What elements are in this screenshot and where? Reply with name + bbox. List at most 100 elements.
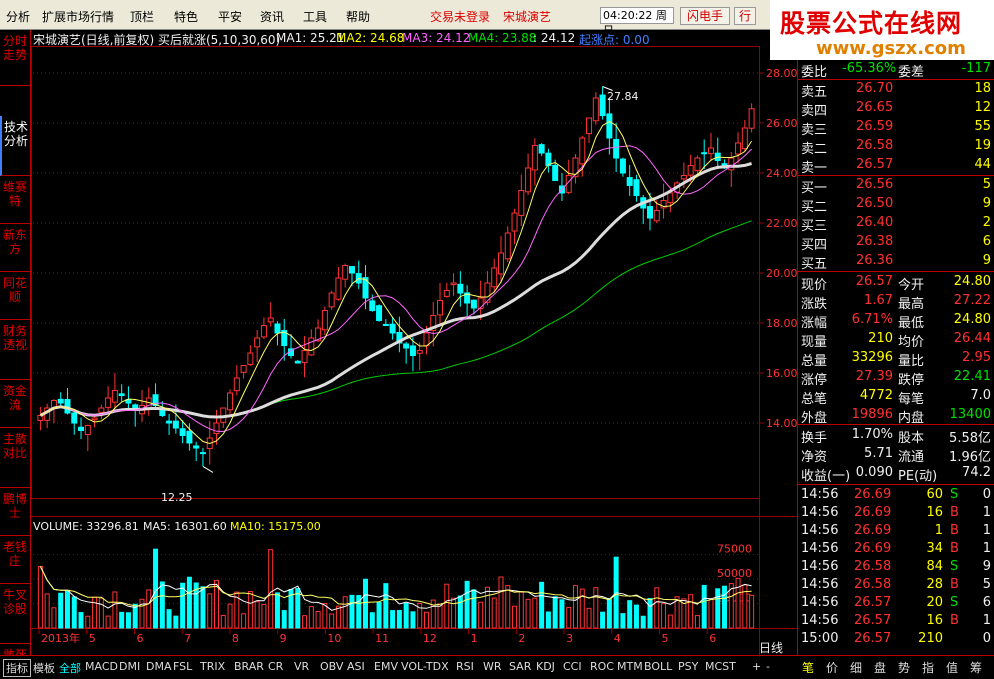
volume-bar — [573, 585, 578, 629]
nav-financial-view[interactable]: 财务透视 — [0, 320, 30, 380]
volume-bar — [186, 576, 192, 629]
tick-price: 26.58 — [854, 559, 892, 574]
indicator-tab[interactable]: ROC — [590, 660, 614, 673]
nav-weisaite[interactable]: 维赛特 — [0, 176, 30, 224]
indicator-tab[interactable]: MACD — [85, 660, 118, 673]
indicator-tab[interactable]: EMV — [374, 660, 398, 673]
kline-chart-area[interactable]: 28.00 26.00 24.00 22.00 20.00 18.00 16.00 14.00… — [31, 30, 797, 655]
tick-row: 14:56 26.69 34 B 1 — [798, 540, 994, 559]
indicator-tab[interactable]: BRAR — [234, 660, 264, 673]
order-ratio-value: -65.36% — [842, 61, 897, 76]
volume-bar — [579, 588, 585, 629]
volume-bar — [423, 611, 429, 629]
indicator-tab[interactable]: DMI — [119, 660, 140, 673]
trade-login-status[interactable]: 交易未登录 — [430, 8, 490, 25]
indicator-tab[interactable]: VR — [294, 660, 309, 673]
indicator-tab[interactable]: FSL — [173, 660, 192, 673]
tick-time: 14:56 — [801, 487, 839, 502]
candle-body — [301, 350, 308, 364]
indicator-tab[interactable]: WR — [483, 660, 502, 673]
fund-label-2: 股本 — [898, 431, 925, 446]
indicator-tab[interactable]: BOLL — [644, 660, 672, 673]
volume-bar — [376, 601, 382, 629]
quote-view-tab[interactable]: 价 — [826, 659, 838, 676]
nav-laoqianzhuang[interactable]: 老钱庄 — [0, 536, 30, 584]
indicator-tab[interactable]: SAR — [509, 660, 531, 673]
fund-label: 净资 — [801, 450, 828, 465]
indicator-tab[interactable]: CR — [268, 660, 283, 673]
stat-label: 现量 — [801, 335, 828, 350]
menu-item-analysis[interactable]: 分析 — [6, 8, 30, 25]
indicator-tab[interactable]: MTM — [617, 660, 643, 673]
candle-body — [233, 377, 240, 392]
candle-body — [403, 343, 410, 349]
volume-bar — [444, 583, 450, 629]
row-button[interactable]: 行 — [734, 7, 756, 25]
tick-count: 9 — [982, 559, 991, 574]
tick-price: 26.57 — [854, 613, 892, 628]
stat-label: 涨停 — [801, 373, 828, 388]
candle-body — [179, 428, 186, 436]
nav-intraday[interactable]: 分时走势 — [0, 30, 30, 86]
quote-view-tab[interactable]: 笔 — [802, 659, 814, 676]
nav-capital-flow[interactable]: 资金流 — [0, 380, 30, 428]
nav-niucha-diagnosis[interactable]: 牛叉诊股 — [0, 584, 30, 644]
kline-chart-svg[interactable]: 28.00 26.00 24.00 22.00 20.00 18.00 16.00 14.00… — [31, 30, 797, 655]
ask-volume: 44 — [974, 157, 991, 172]
menu-item-pingan[interactable]: 平安 — [218, 8, 242, 25]
indicator-tab[interactable]: ASI — [347, 660, 365, 673]
nav-pengboshi[interactable]: 鹏博士 — [0, 488, 30, 536]
indicator-tab[interactable]: DMA — [146, 660, 172, 673]
indicator-tab[interactable]: OBV — [320, 660, 343, 673]
nav-technical-analysis[interactable]: 技术分析 — [0, 116, 30, 176]
menu-item-featured[interactable]: 特色 — [174, 8, 198, 25]
tick-side: S — [950, 559, 959, 574]
nav-main-vs-retail[interactable]: 主散对比 — [0, 428, 30, 488]
bid-price: 26.36 — [856, 253, 894, 268]
indicator-tab[interactable]: RSI — [456, 660, 474, 673]
tick-count: 5 — [982, 577, 991, 592]
quote-view-tab[interactable]: 盘 — [874, 659, 886, 676]
menu-item-extended-market[interactable]: 扩展市场行情 — [42, 8, 114, 25]
candle-body — [518, 190, 525, 216]
nav-tonghuashun[interactable]: 同花顺 — [0, 272, 30, 320]
candle-body — [335, 277, 342, 300]
indicator-tab[interactable]: 指标 — [3, 659, 31, 677]
tick-time: 14:56 — [801, 577, 839, 592]
candle-body — [470, 299, 477, 309]
menu-stock-name: 宋城演艺 — [503, 10, 552, 24]
indicator-tab[interactable]: VOL-TDX — [401, 660, 449, 673]
flash-trade-button[interactable]: 闪电手 — [680, 7, 730, 25]
quote-view-tab[interactable]: 值 — [946, 659, 958, 676]
fundamental-row: 净资 5.71 流通 1.96亿 — [798, 445, 994, 465]
next-tab-arrow[interactable]: - — [766, 660, 770, 673]
ask-label: 卖五 — [801, 85, 828, 100]
indicator-tab[interactable]: MCST — [705, 660, 736, 673]
candle-body — [728, 157, 735, 171]
indicator-tab[interactable]: 模板 — [33, 660, 55, 676]
quote-view-tab[interactable]: 筹 — [970, 659, 982, 676]
quote-view-tab[interactable]: 指 — [922, 659, 934, 676]
prev-tab-arrow[interactable]: + — [752, 660, 761, 673]
menu-item-news[interactable]: 资讯 — [260, 8, 284, 25]
nav-xindongfang[interactable]: 新东方 — [0, 224, 30, 272]
stat-label-2: 最高 — [898, 297, 925, 312]
order-ratio-label: 委比 — [801, 65, 828, 80]
quote-view-tab[interactable]: 势 — [898, 659, 910, 676]
volume-bar — [51, 607, 57, 629]
stat-row: 涨幅 6.71% 最低 24.80 — [798, 311, 994, 331]
stat-label-2: 量比 — [898, 354, 925, 369]
candle-body — [694, 157, 701, 172]
tick-time: 14:56 — [801, 523, 839, 538]
menu-item-tools[interactable]: 工具 — [303, 8, 327, 25]
menu-item-toolbar[interactable]: 顶栏 — [130, 8, 154, 25]
indicator-tab[interactable]: KDJ — [536, 660, 555, 673]
indicator-tab[interactable]: PSY — [678, 660, 698, 673]
indicator-tab[interactable]: CCI — [563, 660, 582, 673]
menu-item-help[interactable]: 帮助 — [346, 8, 370, 25]
quote-view-tab[interactable]: 细 — [850, 659, 862, 676]
timeframe-label[interactable]: 日线 — [759, 639, 783, 656]
stat-value: 19896 — [851, 407, 893, 422]
indicator-tab[interactable]: 全部 — [59, 660, 81, 676]
indicator-tab[interactable]: TRIX — [200, 660, 225, 673]
